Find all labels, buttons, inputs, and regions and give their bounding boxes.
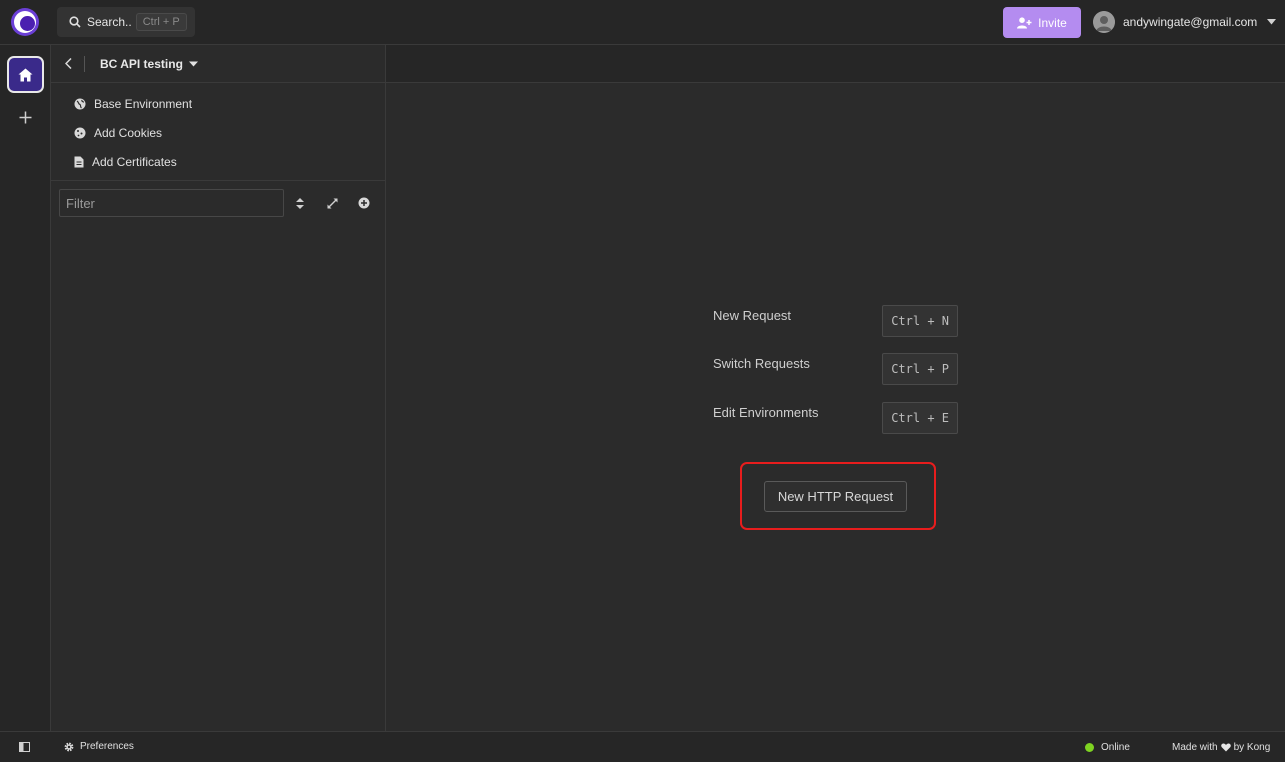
shortcut-keys: Ctrl + N bbox=[882, 305, 958, 337]
main-panel: New Request Ctrl + N Switch Requests Ctr… bbox=[386, 45, 1285, 731]
chevron-down-icon bbox=[1267, 19, 1277, 25]
workspace-name[interactable]: BC API testing bbox=[100, 57, 183, 71]
search-button[interactable]: Search.. Ctrl + P bbox=[57, 7, 195, 37]
cookie-icon bbox=[74, 127, 86, 138]
sort-button[interactable] bbox=[284, 189, 316, 217]
shortcut-row: New Request Ctrl + N bbox=[713, 305, 958, 337]
preferences-button[interactable]: Preferences bbox=[64, 741, 134, 752]
gear-icon bbox=[64, 742, 74, 751]
app-logo[interactable] bbox=[11, 8, 39, 36]
shortcut-row: Switch Requests Ctrl + P bbox=[713, 353, 958, 385]
status-bar: Preferences Online Made with by Kong bbox=[0, 731, 1285, 762]
add-user-icon bbox=[1017, 16, 1032, 28]
expand-all-button[interactable] bbox=[316, 189, 348, 217]
sidebar-item-label: Add Certificates bbox=[92, 154, 177, 169]
sidebar-item-base-environment[interactable]: Base Environment bbox=[51, 89, 385, 118]
sort-icon bbox=[296, 197, 304, 209]
logo-inner bbox=[14, 11, 36, 33]
shortcut-label: New Request bbox=[713, 308, 792, 323]
shortcut-label: Edit Environments bbox=[713, 405, 819, 420]
shortcut-keys: Ctrl + E bbox=[882, 402, 958, 434]
sidebar-item-add-cookies[interactable]: Add Cookies bbox=[51, 118, 385, 147]
search-icon bbox=[69, 16, 81, 28]
shortcut-row: Edit Environments Ctrl + E bbox=[713, 402, 958, 434]
online-dot bbox=[1085, 743, 1094, 752]
left-rail bbox=[0, 45, 51, 731]
shortcut-label: Switch Requests bbox=[713, 356, 810, 371]
search-label: Search.. bbox=[87, 15, 132, 29]
heart-icon bbox=[1220, 743, 1231, 752]
made-with-suffix: by Kong bbox=[1233, 742, 1271, 753]
add-workspace-button[interactable] bbox=[15, 107, 36, 128]
shortcut-keys: Ctrl + P bbox=[882, 353, 958, 385]
globe-icon bbox=[74, 98, 86, 109]
home-button[interactable] bbox=[7, 56, 44, 93]
sidebar-toggle-icon[interactable] bbox=[19, 742, 30, 752]
avatar bbox=[1093, 11, 1115, 33]
plus-circle-icon bbox=[358, 197, 370, 209]
filter-row bbox=[51, 181, 385, 225]
preferences-label: Preferences bbox=[80, 741, 134, 752]
back-icon[interactable] bbox=[65, 58, 72, 69]
main-header bbox=[386, 45, 1285, 83]
user-email: andywingate@gmail.com bbox=[1123, 15, 1258, 29]
sidebar-item-add-certificates[interactable]: Add Certificates bbox=[51, 147, 385, 176]
workspace-header: BC API testing bbox=[51, 45, 385, 83]
search-shortcut: Ctrl + P bbox=[135, 13, 187, 31]
new-http-request-button[interactable]: New HTTP Request bbox=[764, 481, 907, 512]
sidebar-item-label: Add Cookies bbox=[94, 125, 163, 140]
top-bar: Search.. Ctrl + P Invite andywingate@gma… bbox=[0, 0, 1285, 45]
made-with-prefix: Made with bbox=[1172, 742, 1218, 753]
made-with-kong[interactable]: Made with by Kong bbox=[1172, 742, 1270, 753]
expand-icon bbox=[327, 198, 337, 208]
invite-label: Invite bbox=[1038, 15, 1067, 30]
divider bbox=[84, 55, 85, 72]
online-status: Online bbox=[1085, 742, 1130, 753]
home-icon bbox=[18, 68, 33, 81]
sidebar-item-label: Base Environment bbox=[94, 96, 193, 111]
invite-button[interactable]: Invite bbox=[1003, 7, 1081, 38]
plus-icon bbox=[19, 111, 32, 124]
sidebar: BC API testing Base Environment Add Cook… bbox=[51, 45, 386, 731]
chevron-down-icon[interactable] bbox=[188, 61, 198, 67]
create-button[interactable] bbox=[348, 189, 380, 217]
workspace-menu: Base Environment Add Cookies Add Certifi… bbox=[51, 83, 385, 181]
online-label: Online bbox=[1101, 742, 1130, 753]
logo-dot bbox=[19, 16, 35, 31]
filter-input[interactable] bbox=[59, 189, 284, 217]
user-menu[interactable]: andywingate@gmail.com bbox=[1093, 11, 1277, 33]
certificate-icon bbox=[74, 156, 84, 167]
